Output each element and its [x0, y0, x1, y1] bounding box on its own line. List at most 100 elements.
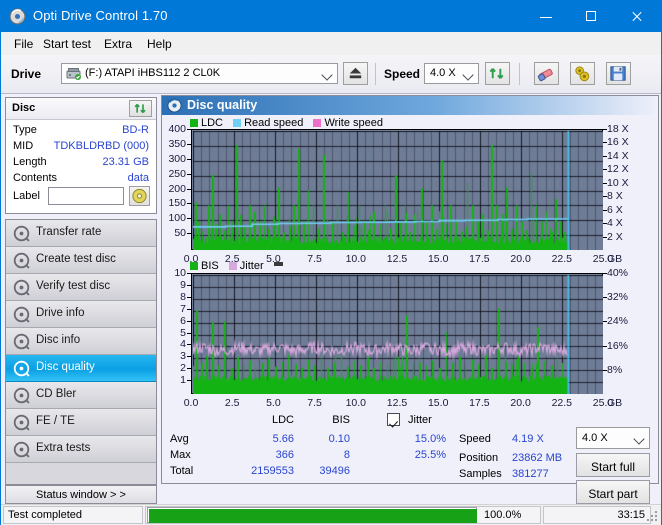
menu-start-test[interactable]: Start test	[38, 36, 96, 52]
eject-button[interactable]	[343, 62, 368, 85]
position-readout-label: Position	[459, 452, 498, 464]
disc-icon	[13, 306, 30, 323]
disc-mid-label: MID	[13, 140, 33, 152]
y2-tick-mark	[603, 321, 607, 322]
legend-jitter: Jitter	[229, 260, 264, 272]
y-tick-mark	[187, 344, 191, 345]
disc-contents-value: data	[128, 172, 149, 184]
resize-grip[interactable]	[647, 511, 659, 523]
y-tick: 350	[162, 138, 186, 150]
y-tick-mark	[187, 144, 191, 145]
y-tick-mark	[187, 321, 191, 322]
disc-label-input[interactable]	[48, 187, 124, 205]
tools-button[interactable]	[570, 62, 595, 85]
save-button[interactable]	[606, 62, 631, 85]
x-tick: 10.0	[343, 253, 369, 265]
y2-tick: 16 X	[607, 136, 629, 148]
disc-refresh-button[interactable]	[129, 100, 152, 117]
drive-select[interactable]: (F:) ATAPI iHBS112 2 CL0K	[61, 63, 338, 84]
status-window-button-label: Status window > >	[6, 489, 156, 501]
stats-col-bis: BIS	[308, 414, 350, 426]
y-tick: 8	[162, 291, 186, 303]
menu-extra[interactable]: Extra	[99, 36, 137, 52]
disc-icon	[13, 414, 30, 431]
sidebar-item-transfer-rate[interactable]: Transfer rate	[6, 220, 156, 247]
y2-tick: 18 X	[607, 123, 629, 135]
close-button[interactable]	[614, 1, 659, 32]
sidebar-item-label: CD Bler	[36, 388, 76, 400]
menu-help[interactable]: Help	[142, 36, 177, 52]
sidebar-item-fe-te[interactable]: FE / TE	[6, 409, 156, 436]
y-tick: 5	[162, 327, 186, 339]
x-tick: 15.0	[425, 397, 451, 409]
erase-button[interactable]	[534, 62, 559, 85]
legend-read-speed: Read speed	[233, 117, 303, 129]
eject-icon	[344, 63, 367, 84]
y2-tick-mark	[603, 196, 607, 197]
start-part-button[interactable]: Start part	[576, 480, 650, 504]
x-tick: 22.5	[549, 253, 575, 265]
x-tick: 7.5	[302, 397, 328, 409]
chevron-down-icon	[321, 69, 332, 80]
y2-tick: 16%	[607, 340, 628, 352]
speed-label: Speed	[384, 67, 420, 81]
y-tick-mark	[187, 273, 191, 274]
refresh-icon	[130, 101, 151, 116]
sidebar-item-label: Disc info	[36, 334, 80, 346]
disc-contents-label: Contents	[13, 172, 57, 184]
app-disc-icon	[9, 8, 26, 25]
sidebar-item-create-test-disc[interactable]: Create test disc	[6, 247, 156, 274]
sidebar-item-label: Verify test disc	[36, 280, 110, 292]
disc-type-label: Type	[13, 124, 37, 136]
chevron-down-icon	[462, 69, 473, 80]
sidebar-item-extra-tests[interactable]: Extra tests	[6, 436, 156, 463]
sidebar-item-disc-info[interactable]: Disc info	[6, 328, 156, 355]
disc-panel-title: Disc	[12, 102, 35, 114]
y-tick: 150	[162, 197, 186, 209]
samples-readout-value: 381277	[512, 468, 586, 480]
disc-icon	[13, 387, 30, 404]
start-full-button[interactable]: Start full	[576, 453, 650, 477]
sidebar-item-verify-test-disc[interactable]: Verify test disc	[6, 274, 156, 301]
disc-label-label: Label	[13, 190, 40, 202]
sidebar-item-cd-bler[interactable]: CD Bler	[6, 382, 156, 409]
y-tick-mark	[187, 159, 191, 160]
y2-tick: 6 X	[607, 204, 623, 216]
test-speed-value: 4.0 X	[582, 432, 608, 444]
title-bar: Opti Drive Control 1.70	[1, 1, 661, 32]
maximize-button[interactable]	[569, 1, 614, 32]
refresh-button[interactable]	[485, 62, 510, 85]
speed-select[interactable]: 4.0 X	[424, 63, 479, 84]
y-tick: 1	[162, 374, 186, 386]
x-tick: 17.5	[466, 397, 492, 409]
test-speed-select[interactable]: 4.0 X	[576, 427, 650, 449]
disc-icon	[13, 360, 30, 377]
menu-file[interactable]: File	[9, 36, 38, 52]
y2-tick-mark	[603, 237, 607, 238]
status-window-button[interactable]: Status window > >	[5, 485, 157, 504]
sidebar-item-label: Create test disc	[36, 253, 116, 265]
sidebar-item-label: Extra tests	[36, 442, 90, 454]
disc-mid-value: TDKBLDRBD (000)	[54, 140, 149, 152]
y-tick-mark	[187, 203, 191, 204]
sidebar-item-disc-quality[interactable]: Disc quality	[6, 355, 156, 382]
speed-readout-value: 4.19 X	[512, 433, 576, 445]
y-tick: 7	[162, 303, 186, 315]
jitter-marker-icon	[274, 262, 283, 266]
disc-icon	[13, 441, 30, 458]
status-bar: Test completed 100.0% 33:15	[1, 504, 661, 525]
drive-label: Drive	[11, 67, 41, 81]
disc-label-button[interactable]	[129, 186, 150, 206]
drive-select-value: (F:) ATAPI iHBS112 2 CL0K	[85, 67, 220, 79]
y-tick: 10	[162, 267, 186, 279]
x-tick: 20.0	[508, 397, 534, 409]
disc-length-label: Length	[13, 156, 47, 168]
sidebar-item-label: FE / TE	[36, 415, 75, 427]
jitter-checkbox[interactable]	[387, 413, 400, 426]
sidebar-item-drive-info[interactable]: Drive info	[6, 301, 156, 328]
minimize-button[interactable]	[524, 1, 569, 32]
ldc-chart-plot	[191, 129, 603, 250]
content-title: Disc quality	[187, 98, 257, 112]
toolbar: Drive (F:) ATAPI iHBS112 2 CL0K Speed 4.…	[1, 55, 661, 94]
y2-tick: 4 X	[607, 217, 623, 229]
